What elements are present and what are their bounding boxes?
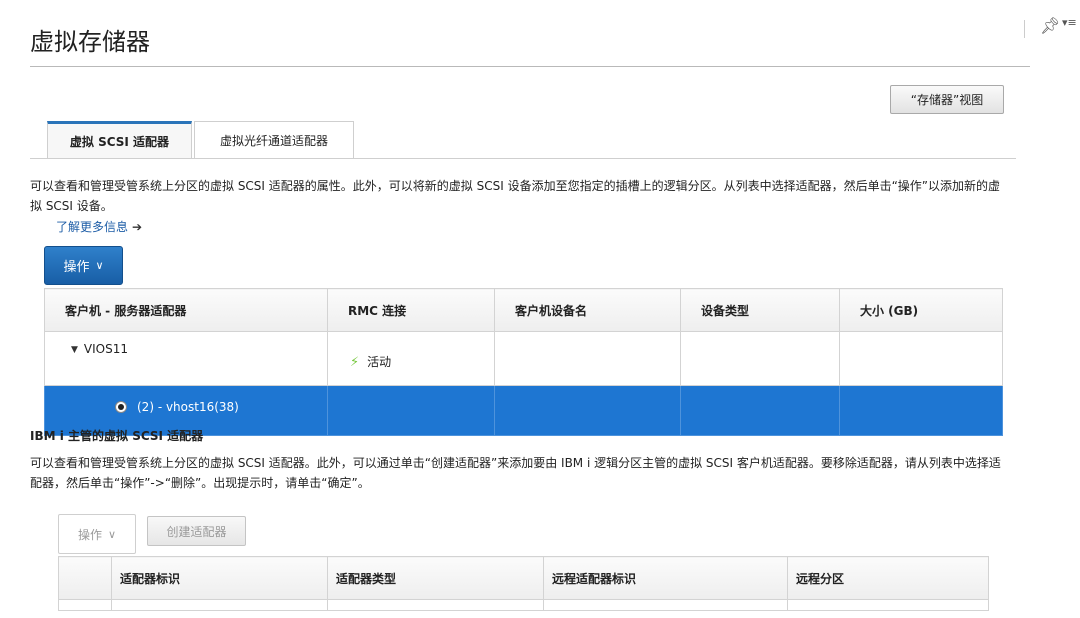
column-header-device-type[interactable]: 设备类型 xyxy=(680,288,840,332)
empty-cell xyxy=(327,599,544,611)
caret-down-icon[interactable]: ▼ xyxy=(71,345,78,355)
arrow-right-icon: ➔ xyxy=(132,220,143,234)
ibmi-description: 可以查看和管理受管系统上分区的虚拟 SCSI 适配器。此外，可以通过单击“创建适… xyxy=(30,456,1001,490)
chevron-down-icon: ∨ xyxy=(95,259,104,272)
rmc-cell: ⚡︎ 活动 xyxy=(327,331,495,386)
ibmi-actions-button[interactable]: 操作 ∨ xyxy=(58,514,136,554)
table-row[interactable]: ▼ VIOS11 ⚡︎ 活动 xyxy=(44,331,1003,386)
column-header-remote-partition[interactable]: 远程分区 xyxy=(787,556,989,600)
adapter-name: (2) - vhost16(38) xyxy=(137,399,239,414)
scsi-description: 可以查看和管理受管系统上分区的虚拟 SCSI 适配器的属性。此外，可以将新的虚拟… xyxy=(30,179,1001,213)
menu-icon[interactable]: ▾≡ xyxy=(1062,16,1077,29)
storage-view-button[interactable]: “存储器”视图 xyxy=(890,85,1004,114)
tab-virtual-fibre-channel[interactable]: 虚拟光纤通道适配器 xyxy=(194,121,354,159)
ibmi-adapter-table: 适配器标识 适配器类型 远程适配器标识 远程分区 xyxy=(58,556,989,611)
table-row[interactable] xyxy=(58,599,989,611)
scsi-adapter-table: 客户机 - 服务器适配器 RMC 连接 客户机设备名 设备类型 大小 (GB) … xyxy=(44,288,1003,436)
size-cell xyxy=(839,385,1003,436)
empty-cell xyxy=(543,599,788,611)
device-type-cell xyxy=(680,385,840,436)
column-header-select[interactable] xyxy=(58,556,112,600)
tabs-divider xyxy=(30,158,1016,159)
column-header-adapter-type[interactable]: 适配器类型 xyxy=(327,556,544,600)
empty-cell xyxy=(111,599,328,611)
create-adapter-button[interactable]: 创建适配器 xyxy=(147,516,246,546)
actions-button[interactable]: 操作 ∨ xyxy=(44,246,123,285)
column-header-adapter-id[interactable]: 适配器标识 xyxy=(111,556,328,600)
bolt-icon: ⚡︎ xyxy=(350,355,360,370)
chevron-down-icon: ∨ xyxy=(107,527,117,541)
learn-more-link[interactable]: 了解更多信息 ➔ xyxy=(56,218,142,235)
rmc-cell xyxy=(327,385,495,436)
actions-label: 操作 xyxy=(63,260,90,275)
title-divider xyxy=(30,66,1030,67)
empty-cell xyxy=(58,599,112,611)
pin-icon[interactable]: 📌︎ xyxy=(1040,16,1060,35)
column-header-adapter[interactable]: 客户机 - 服务器适配器 xyxy=(44,288,328,332)
device-name-cell xyxy=(494,331,681,386)
page-title: 虚拟存储器 xyxy=(30,28,150,56)
adapter-name: VIOS11 xyxy=(83,342,129,356)
rmc-status: 活动 xyxy=(367,355,392,369)
column-header-device-name[interactable]: 客户机设备名 xyxy=(494,288,681,332)
device-name-cell xyxy=(494,385,681,436)
adapter-cell: ▼ VIOS11 xyxy=(44,331,328,386)
column-header-remote-adapter-id[interactable]: 远程适配器标识 xyxy=(543,556,788,600)
column-header-rmc[interactable]: RMC 连接 xyxy=(327,288,495,332)
device-type-cell xyxy=(680,331,840,386)
empty-cell xyxy=(787,599,989,611)
column-header-size[interactable]: 大小 (GB) xyxy=(839,288,1003,332)
tab-virtual-scsi[interactable]: 虚拟 SCSI 适配器 xyxy=(47,121,192,159)
header-separator xyxy=(1024,20,1025,38)
size-cell xyxy=(839,331,1003,386)
radio-icon[interactable] xyxy=(115,401,127,413)
learn-more-label[interactable]: 了解更多信息 xyxy=(56,220,128,234)
ibmi-actions-label: 操作 xyxy=(77,527,102,542)
ibmi-section-heading: IBM i 主管的虚拟 SCSI 适配器 xyxy=(30,429,204,443)
